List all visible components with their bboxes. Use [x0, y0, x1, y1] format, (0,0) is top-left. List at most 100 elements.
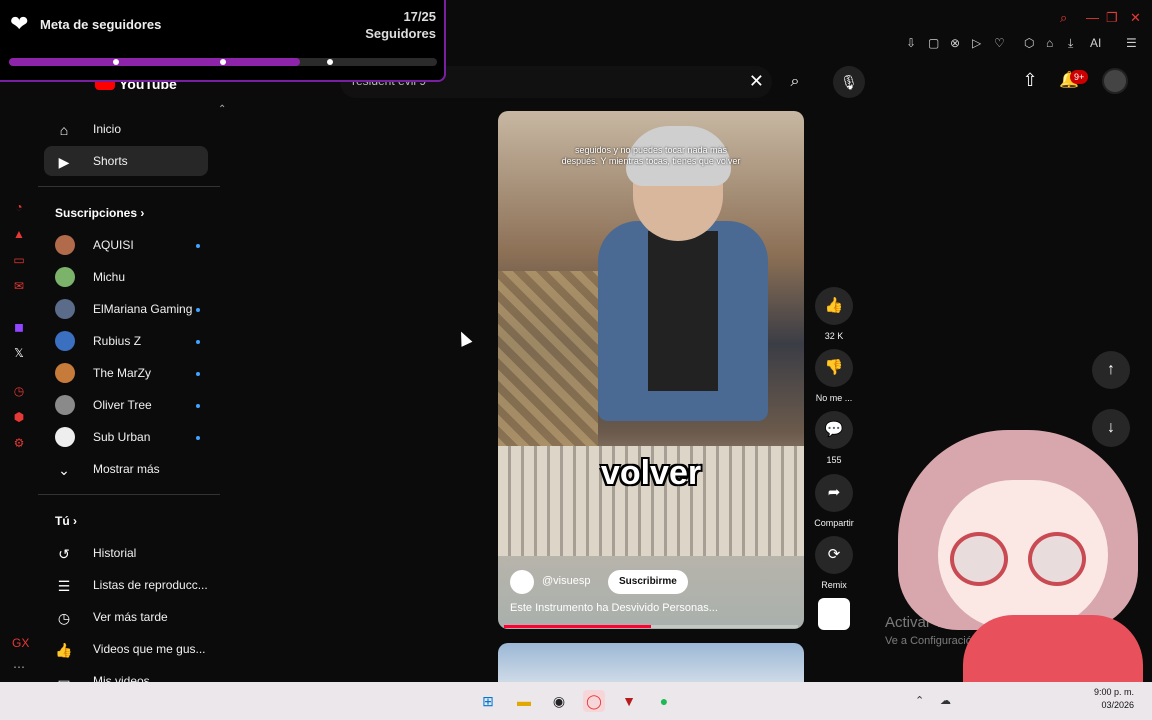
x-icon[interactable]: 𝕏	[12, 346, 26, 360]
sidebar-channel[interactable]: Oliver Tree	[44, 390, 208, 420]
twitch-icon[interactable]: ◼	[12, 320, 26, 334]
sidebar-channel[interactable]: Michu	[44, 262, 208, 292]
sidebar-channel[interactable]: The MarZy	[44, 358, 208, 388]
browser-toolbar: ⌕ — ❐ ✕ ⇩ ▢ ⊗ ▷ ♡ ⬡ ⌂ ⤓ AI ☰	[446, 0, 1152, 60]
sidebar-channel[interactable]: AQUISI	[44, 230, 208, 260]
next-short-preview[interactable]	[498, 643, 804, 683]
you-heading[interactable]: Tú ›	[55, 514, 77, 528]
sidebar-item-watch-later[interactable]: ◷ Ver más tarde	[44, 602, 208, 632]
dislike-icon[interactable]: 👎	[815, 349, 853, 387]
video-caption-top: seguidos y no puedes tocar nada más desp…	[561, 145, 741, 166]
previous-short-button[interactable]: ↑	[1092, 351, 1130, 389]
video-caption-large: volver	[600, 454, 702, 492]
bag-icon[interactable]: ▲	[12, 227, 26, 241]
lock-icon[interactable]: ⌂	[1046, 36, 1053, 50]
screen: ❤ Meta de seguidores 17/25 Seguidores ⌕ …	[0, 0, 1152, 720]
pin-icon[interactable]: ⇩	[906, 36, 916, 50]
avatar-glasses-right	[1028, 532, 1086, 586]
mail-icon[interactable]: ✉	[12, 279, 26, 293]
divider	[38, 494, 220, 495]
speed-dial-icon[interactable]: ◔	[12, 200, 26, 214]
obs-icon[interactable]: ◉	[548, 690, 570, 712]
home-icon: ⌂	[59, 122, 69, 138]
upload-icon[interactable]: ⇧	[1019, 70, 1041, 92]
share-icon[interactable]: ➦	[815, 474, 853, 512]
show-more-button[interactable]: ⌄ Mostrar más	[44, 454, 208, 484]
more-icon[interactable]: ⋯	[12, 660, 26, 674]
clock-icon: ◷	[57, 610, 71, 626]
history-icon[interactable]: ◷	[12, 384, 26, 398]
ai-icon[interactable]: AI	[1090, 36, 1101, 50]
dislike-action[interactable]: 👎 No me ...	[815, 349, 853, 403]
new-content-dot	[196, 340, 200, 344]
sidebar-item-liked[interactable]: 👍 Videos que me gus...	[44, 634, 208, 664]
menu-icon[interactable]: ☰	[1126, 36, 1137, 50]
channel-avatar[interactable]	[510, 570, 534, 594]
app-icon[interactable]: ▼	[618, 690, 640, 712]
sidebar-item-historial[interactable]: ↺ Historial	[44, 538, 208, 568]
system-clock[interactable]: 9:00 p. m. 03/2026	[1094, 686, 1134, 712]
clear-search-icon[interactable]: ✕	[749, 71, 764, 92]
play-icon[interactable]: ▷	[972, 36, 981, 50]
settings-icon[interactable]: ⚙	[12, 436, 26, 450]
like-icon: 👍	[55, 642, 73, 658]
voice-search-button[interactable]: 🎙	[833, 66, 865, 98]
sidebar-item-shorts[interactable]: ▶ Shorts	[44, 146, 208, 176]
remix-action[interactable]: ⟳ Remix	[815, 536, 853, 590]
video-progress-bar[interactable]	[504, 625, 798, 628]
download-icon[interactable]: ⤓	[1068, 36, 1073, 51]
tv-icon[interactable]: ▭	[12, 253, 26, 267]
close-icon[interactable]: ✕	[1130, 10, 1141, 26]
account-avatar[interactable]	[1102, 68, 1128, 94]
square-icon[interactable]: ▢	[928, 36, 939, 50]
onedrive-icon[interactable]: ☁	[940, 694, 951, 707]
minimize-icon[interactable]: —	[1086, 10, 1099, 25]
subscriptions-heading[interactable]: Suscripciones ›	[55, 206, 144, 220]
sidebar-channel[interactable]: ElMariana Gaming	[44, 294, 208, 324]
share-action[interactable]: ➦ Compartir	[814, 474, 854, 528]
heart-icon[interactable]: ♡	[994, 36, 1005, 50]
spotify-icon[interactable]: ●	[653, 690, 675, 712]
channel-avatar	[55, 395, 75, 415]
search-icon[interactable]: ⌕	[1060, 10, 1067, 26]
sidebar-channel[interactable]: Rubius Z	[44, 326, 208, 356]
file-explorer-icon[interactable]: ▬	[513, 690, 535, 712]
windows-start-icon[interactable]: ⊞	[477, 690, 499, 712]
goal-progress-bar	[9, 58, 437, 66]
puzzle-icon[interactable]: ⬡	[1024, 36, 1034, 50]
dislike-label: No me ...	[815, 393, 853, 403]
notifications-badge: 9+	[1070, 70, 1089, 84]
new-content-dot	[196, 436, 200, 440]
comments-action[interactable]: 💬 155	[815, 411, 853, 465]
scroll-up-icon[interactable]: ⌃	[218, 104, 226, 115]
subscribe-button[interactable]: Suscribirme	[608, 570, 688, 594]
channel-handle[interactable]: @visuesp	[542, 575, 590, 587]
like-count: 32 K	[824, 331, 844, 341]
sidebar-channel[interactable]: Sub Urban	[44, 422, 208, 452]
mouse-cursor	[455, 329, 473, 347]
opera-gx-icon[interactable]: ◯	[583, 690, 605, 712]
channel-avatar	[55, 363, 75, 383]
restore-icon[interactable]: ❐	[1106, 10, 1118, 26]
short-video-player[interactable]: seguidos y no puedes tocar nada más desp…	[498, 111, 804, 629]
chevron-down-icon: ⌄	[58, 462, 70, 478]
comment-icon[interactable]: 💬	[815, 411, 853, 449]
like-icon[interactable]: 👍	[815, 287, 853, 325]
video-title[interactable]: Este Instrumento ha Desvivido Personas..…	[510, 602, 718, 614]
remix-icon[interactable]: ⟳	[815, 536, 853, 574]
sound-thumbnail[interactable]	[818, 598, 850, 630]
tray-chevron-icon[interactable]: ⌃	[915, 694, 924, 707]
video-progress-fill	[504, 625, 651, 628]
shield-icon[interactable]: ⊗	[950, 36, 960, 50]
sidebar-item-playlists[interactable]: ☰ Listas de reproducc...	[44, 570, 208, 600]
sidebar-item-inicio[interactable]: ⌂ Inicio	[44, 114, 208, 144]
like-action[interactable]: 👍 32 K	[815, 287, 853, 341]
windows-taskbar: ⊞ ▬ ◉ ◯ ▼ ● ⌃ ☁ 9:00 p. m. 03/2026	[0, 682, 1152, 720]
vtuber-avatar	[898, 430, 1148, 685]
box-icon[interactable]: ⬢	[12, 410, 26, 424]
sidebar-item-my-videos[interactable]: ▭ Mis videos	[44, 666, 208, 682]
search-button[interactable]: ⌕	[780, 68, 810, 96]
gx-icon[interactable]: GX	[12, 636, 29, 650]
channel-avatar	[55, 235, 75, 255]
goal-progress-fill	[9, 58, 301, 66]
